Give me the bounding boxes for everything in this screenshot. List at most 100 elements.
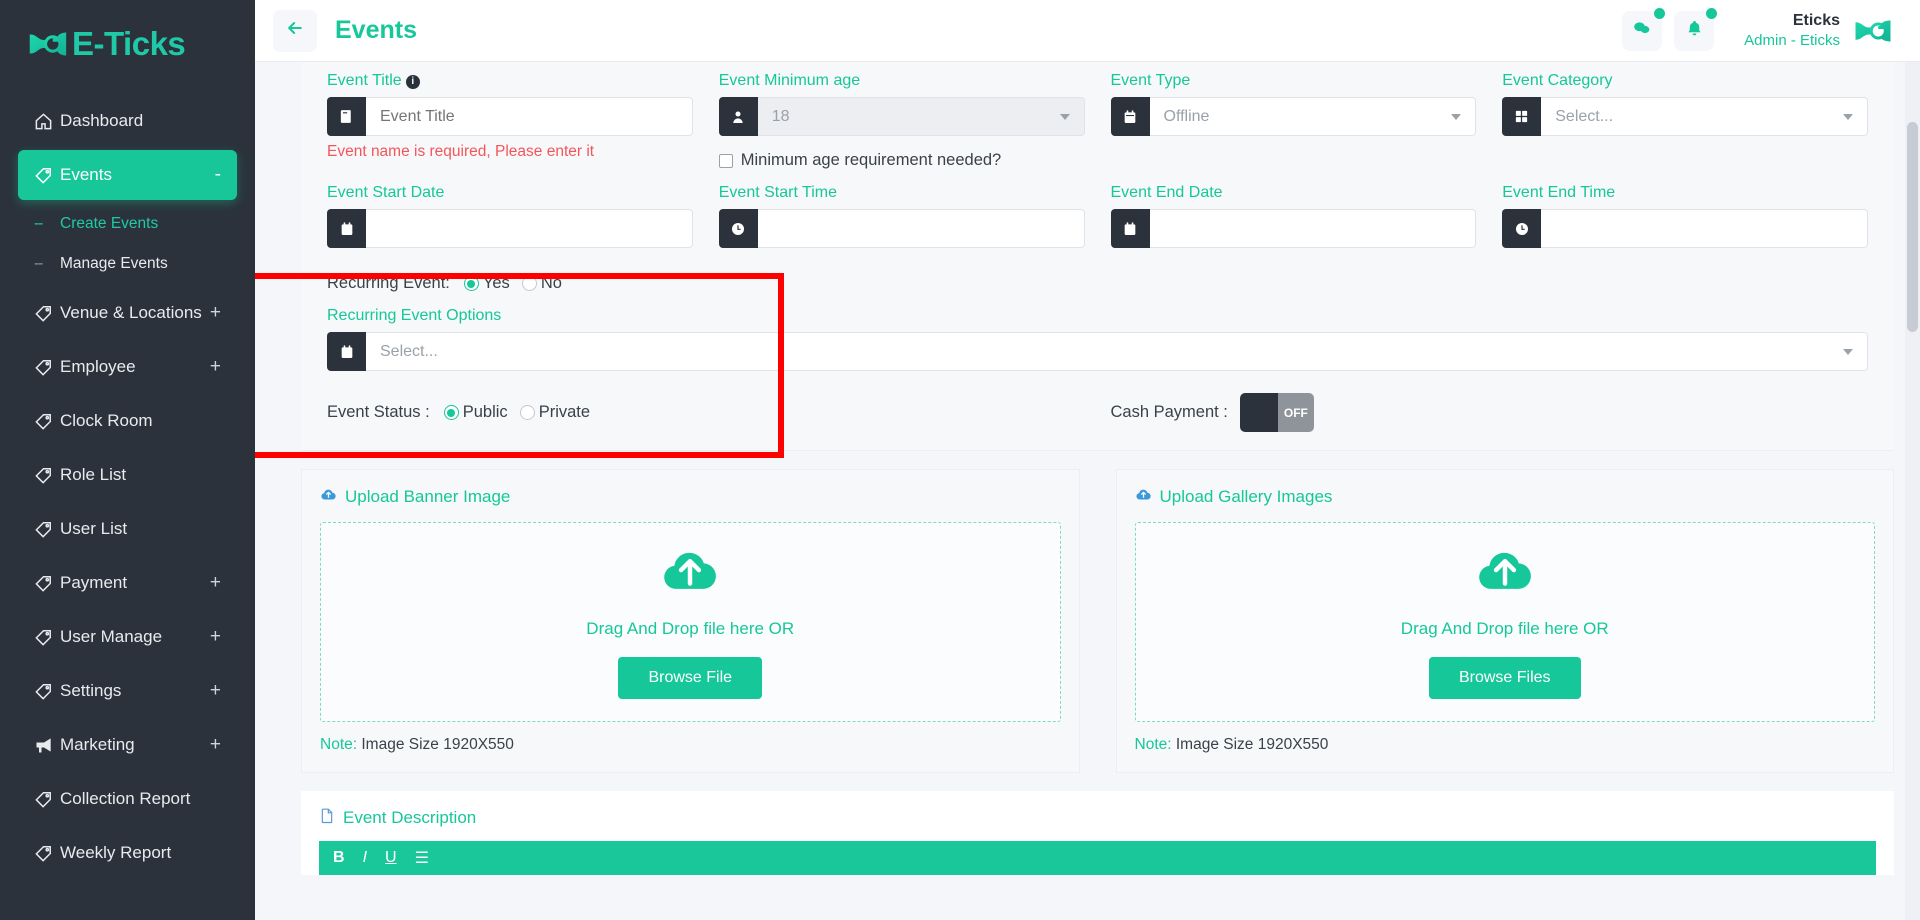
messages-button[interactable]: [1622, 7, 1666, 51]
user-menu[interactable]: Eticks Admin - Eticks: [1744, 10, 1894, 52]
sidebar-item-user-list[interactable]: User List: [18, 504, 237, 554]
sidebar-item-weekly-report[interactable]: Weekly Report: [18, 828, 237, 878]
vertical-scrollbar[interactable]: [1905, 62, 1920, 920]
event-start-time-input[interactable]: [757, 209, 1085, 248]
description-toolbar[interactable]: B I U ☰: [319, 841, 1876, 875]
notifications-button[interactable]: [1674, 7, 1718, 51]
brand[interactable]: E-Ticks: [0, 0, 255, 88]
event-end-date-input-group[interactable]: [1110, 209, 1477, 248]
browse-file-button[interactable]: Browse File: [618, 656, 763, 699]
sidebar-item-settings[interactable]: Settings +: [18, 666, 237, 716]
min-age-required-checkbox[interactable]: [718, 153, 733, 168]
recurring-options-select[interactable]: Select...: [366, 332, 1868, 371]
info-icon[interactable]: i: [405, 74, 420, 89]
sidebar-item-create-events[interactable]: -- Create Events: [18, 204, 237, 244]
main-area: Events Eticks Admin - Eticks Event Title…: [255, 0, 1920, 920]
avatar: [1852, 10, 1894, 52]
sidebar-item-user-manage[interactable]: User Manage +: [18, 612, 237, 662]
event-end-time-label: Event End Time: [1502, 184, 1616, 201]
event-end-time-input-group[interactable]: [1502, 209, 1868, 248]
sidebar-item-marketing[interactable]: Marketing +: [18, 720, 237, 770]
tag-icon: [34, 790, 60, 809]
cloud-upload-icon: [1476, 546, 1534, 601]
event-start-time-input-group[interactable]: [718, 209, 1085, 248]
sidebar-item-clock-room[interactable]: Clock Room: [18, 396, 237, 446]
radio-yes[interactable]: [463, 276, 479, 291]
back-button[interactable]: [273, 9, 317, 52]
sidebar-item-collection-report[interactable]: Collection Report: [18, 774, 237, 824]
browse-files-button[interactable]: Browse Files: [1428, 656, 1581, 699]
min-age-required-checkbox-row[interactable]: Minimum age requirement needed?: [718, 151, 1085, 170]
topbar: Events Eticks Admin - Eticks: [255, 0, 1920, 62]
sidebar-expand-indicator: +: [209, 734, 221, 755]
bold-button[interactable]: B: [333, 849, 345, 867]
cloud-upload-icon: [320, 486, 337, 508]
recurring-event-radio-row: Recurring Event: Yes No: [327, 274, 1085, 293]
event-min-age-input-group[interactable]: 18: [718, 97, 1085, 136]
italic-button[interactable]: I: [363, 849, 367, 867]
event-type-input-group[interactable]: Offline: [1110, 97, 1477, 136]
recurring-no-option[interactable]: No: [521, 274, 562, 293]
label-text: Event Title: [327, 72, 402, 89]
event-description-section: Event Description B I U ☰: [301, 791, 1894, 875]
event-start-date-input[interactable]: [366, 209, 693, 248]
radio-public[interactable]: [443, 405, 459, 420]
cash-payment-label: Cash Payment :: [1110, 403, 1228, 421]
status-private-option[interactable]: Private: [519, 403, 590, 422]
cash-payment-state: OFF: [1283, 405, 1308, 420]
event-type-select[interactable]: Offline: [1149, 97, 1477, 136]
event-category-label: Event Category: [1502, 72, 1613, 89]
recurring-options-input-group[interactable]: Select...: [327, 332, 1868, 371]
list-icon[interactable]: ☰: [415, 848, 429, 868]
gallery-drop-text: Drag And Drop file here OR: [1400, 618, 1609, 638]
event-category-select[interactable]: Select...: [1541, 97, 1868, 136]
sidebar-item-employee[interactable]: Employee +: [18, 342, 237, 392]
form-row-3-spacer: [1111, 274, 1869, 293]
tag-icon: [34, 304, 60, 323]
field-cash-payment: Cash Payment : OFF: [1111, 393, 1869, 432]
sidebar-item-events[interactable]: Events -: [18, 150, 237, 200]
sidebar-expand-indicator: +: [209, 572, 221, 593]
tag-icon: [34, 628, 60, 647]
underline-button[interactable]: U: [385, 849, 397, 867]
field-event-title: Event Titlei Event name is requi: [327, 72, 693, 170]
sidebar: E-Ticks Dashboard Events - -- Create Eve…: [0, 0, 255, 920]
book-icon: [327, 97, 366, 136]
sidebar-item-manage-events[interactable]: -- Manage Events: [18, 244, 237, 284]
sidebar-item-venue-locations[interactable]: Venue & Locations +: [18, 288, 237, 338]
calendar-icon: [1110, 97, 1150, 136]
calendar-icon: [327, 332, 366, 371]
gallery-note-value: Image Size 1920X550: [1175, 736, 1329, 753]
tag-icon: [34, 466, 60, 485]
event-min-age-select[interactable]: 18: [757, 97, 1085, 136]
toggle-knob: [1239, 393, 1278, 432]
banner-dropzone[interactable]: Drag And Drop file here OR Browse File: [320, 522, 1061, 722]
event-title-input[interactable]: [366, 97, 693, 136]
sidebar-item-label: Employee: [60, 357, 136, 376]
event-end-date-input[interactable]: [1149, 209, 1477, 248]
event-category-input-group[interactable]: Select...: [1502, 97, 1868, 136]
form-row-3: Recurring Event: Yes No: [327, 274, 1868, 293]
radio-private[interactable]: [519, 405, 535, 420]
dash-icon: --: [34, 215, 43, 232]
scrollbar-thumb[interactable]: [1907, 122, 1918, 332]
sidebar-item-label: Events: [60, 165, 112, 184]
field-event-type: Event Type Offline: [1110, 72, 1477, 170]
upload-gallery-title: Upload Gallery Images: [1159, 487, 1333, 506]
status-public-option[interactable]: Public: [443, 403, 508, 422]
radio-no[interactable]: [521, 276, 537, 291]
cash-payment-toggle[interactable]: OFF: [1239, 393, 1314, 432]
sidebar-item-dashboard[interactable]: Dashboard: [18, 96, 237, 146]
user-icon: [718, 97, 758, 136]
app-root: E-Ticks Dashboard Events - -- Create Eve…: [0, 0, 1920, 920]
event-end-date-label: Event End Date: [1110, 184, 1223, 201]
sidebar-item-payment[interactable]: Payment +: [18, 558, 237, 608]
event-title-input-group[interactable]: [327, 97, 693, 136]
sidebar-item-role-list[interactable]: Role List: [18, 450, 237, 500]
gallery-dropzone[interactable]: Drag And Drop file here OR Browse Files: [1134, 522, 1875, 722]
event-status-radio-row: Event Status : Public Private: [327, 403, 1085, 422]
event-start-date-input-group[interactable]: [327, 209, 693, 248]
event-end-time-input[interactable]: [1541, 209, 1868, 248]
calendar-icon: [327, 209, 366, 248]
recurring-yes-option[interactable]: Yes: [463, 274, 510, 293]
